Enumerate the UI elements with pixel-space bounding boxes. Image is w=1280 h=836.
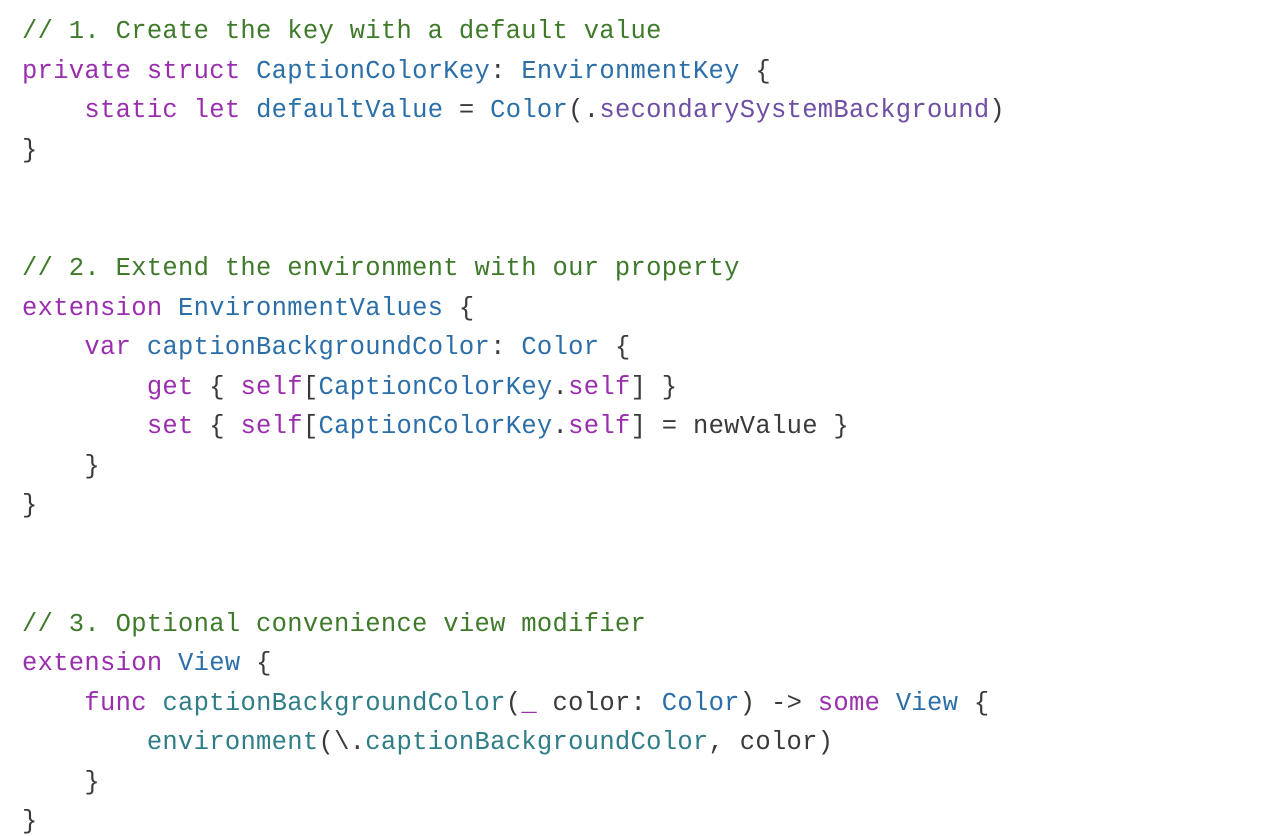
code-token: Color bbox=[490, 96, 568, 125]
code-token: ] = newValue } bbox=[631, 412, 849, 441]
code-token: CaptionColorKey bbox=[318, 373, 552, 402]
code-token: ) bbox=[989, 96, 1005, 125]
code-token: View bbox=[178, 649, 240, 678]
code-token: captionBackgroundColor bbox=[147, 333, 490, 362]
code-token: captionBackgroundColor bbox=[162, 689, 505, 718]
code-token: var bbox=[84, 333, 131, 362]
code-token: [ bbox=[303, 412, 319, 441]
code-token: { bbox=[240, 649, 271, 678]
code-token bbox=[22, 96, 84, 125]
code-token: struct bbox=[147, 57, 241, 86]
code-token: secondarySystemBackground bbox=[599, 96, 989, 125]
code-token: . bbox=[553, 412, 569, 441]
code-token: ] } bbox=[631, 373, 678, 402]
code-token: color: bbox=[537, 689, 662, 718]
code-token: View bbox=[896, 689, 958, 718]
code-token: { bbox=[194, 373, 241, 402]
code-token: } bbox=[22, 136, 38, 165]
code-token: self bbox=[240, 412, 302, 441]
code-token: // 1. Create the key with a default valu… bbox=[22, 17, 662, 46]
code-token: (\. bbox=[318, 728, 365, 757]
code-token: ) -> bbox=[740, 689, 818, 718]
code-token bbox=[162, 649, 178, 678]
code-token: Color bbox=[521, 333, 599, 362]
code-token: self bbox=[240, 373, 302, 402]
code-token: defaultValue bbox=[256, 96, 443, 125]
code-token: } bbox=[22, 491, 38, 520]
code-token: self bbox=[568, 412, 630, 441]
code-token bbox=[22, 373, 147, 402]
code-token bbox=[131, 333, 147, 362]
code-line: // 1. Create the key with a default valu… bbox=[22, 17, 662, 46]
code-line: environment(\.captionBackgroundColor, co… bbox=[22, 728, 833, 757]
code-token bbox=[240, 96, 256, 125]
code-token: : bbox=[490, 57, 521, 86]
code-token: { bbox=[958, 689, 989, 718]
code-line: set { self[CaptionColorKey.self] = newVa… bbox=[22, 412, 849, 441]
code-token: { bbox=[443, 294, 474, 323]
code-line: extension EnvironmentValues { bbox=[22, 294, 475, 323]
code-token bbox=[22, 728, 147, 757]
code-token: } bbox=[22, 452, 100, 481]
code-token: . bbox=[553, 373, 569, 402]
code-line: // 3. Optional convenience view modifier bbox=[22, 610, 646, 639]
code-token: } bbox=[22, 807, 38, 836]
code-token: = bbox=[443, 96, 490, 125]
code-token: : bbox=[490, 333, 521, 362]
code-line: var captionBackgroundColor: Color { bbox=[22, 333, 631, 362]
code-token: (. bbox=[568, 96, 599, 125]
code-token: _ bbox=[521, 689, 537, 718]
code-token: { bbox=[599, 333, 630, 362]
code-token bbox=[880, 689, 896, 718]
code-token: self bbox=[568, 373, 630, 402]
code-line: private struct CaptionColorKey: Environm… bbox=[22, 57, 771, 86]
code-token bbox=[22, 333, 84, 362]
code-token bbox=[22, 689, 84, 718]
code-token: , color) bbox=[709, 728, 834, 757]
code-line: extension View { bbox=[22, 649, 272, 678]
code-token: ( bbox=[506, 689, 522, 718]
code-token bbox=[162, 294, 178, 323]
code-token: get bbox=[147, 373, 194, 402]
code-line: } bbox=[22, 768, 100, 797]
code-token: extension bbox=[22, 294, 162, 323]
code-token: EnvironmentKey bbox=[521, 57, 739, 86]
code-token: captionBackgroundColor bbox=[365, 728, 708, 757]
code-token: [ bbox=[303, 373, 319, 402]
code-line: } bbox=[22, 452, 100, 481]
code-token: CaptionColorKey bbox=[318, 412, 552, 441]
code-token: Color bbox=[662, 689, 740, 718]
code-line: func captionBackgroundColor(_ color: Col… bbox=[22, 689, 989, 718]
code-token: } bbox=[22, 768, 100, 797]
code-token: let bbox=[194, 96, 241, 125]
code-token bbox=[147, 689, 163, 718]
code-line: } bbox=[22, 807, 38, 836]
code-token: set bbox=[147, 412, 194, 441]
code-token: func bbox=[84, 689, 146, 718]
code-token: some bbox=[818, 689, 880, 718]
code-line: // 2. Extend the environment with our pr… bbox=[22, 254, 740, 283]
code-token: // 2. Extend the environment with our pr… bbox=[22, 254, 740, 283]
code-token: // 3. Optional convenience view modifier bbox=[22, 610, 646, 639]
code-block: // 1. Create the key with a default valu… bbox=[0, 0, 1280, 836]
code-token bbox=[178, 96, 194, 125]
code-line: get { self[CaptionColorKey.self] } bbox=[22, 373, 677, 402]
code-token: EnvironmentValues bbox=[178, 294, 443, 323]
code-line: } bbox=[22, 491, 38, 520]
code-line: } bbox=[22, 136, 38, 165]
code-line: static let defaultValue = Color(.seconda… bbox=[22, 96, 1005, 125]
code-token: static bbox=[84, 96, 178, 125]
code-token: { bbox=[740, 57, 771, 86]
code-token bbox=[240, 57, 256, 86]
code-token: environment bbox=[147, 728, 319, 757]
code-token bbox=[22, 412, 147, 441]
code-token: CaptionColorKey bbox=[256, 57, 490, 86]
code-token: private bbox=[22, 57, 131, 86]
code-token: { bbox=[194, 412, 241, 441]
code-token bbox=[131, 57, 147, 86]
code-token: extension bbox=[22, 649, 162, 678]
